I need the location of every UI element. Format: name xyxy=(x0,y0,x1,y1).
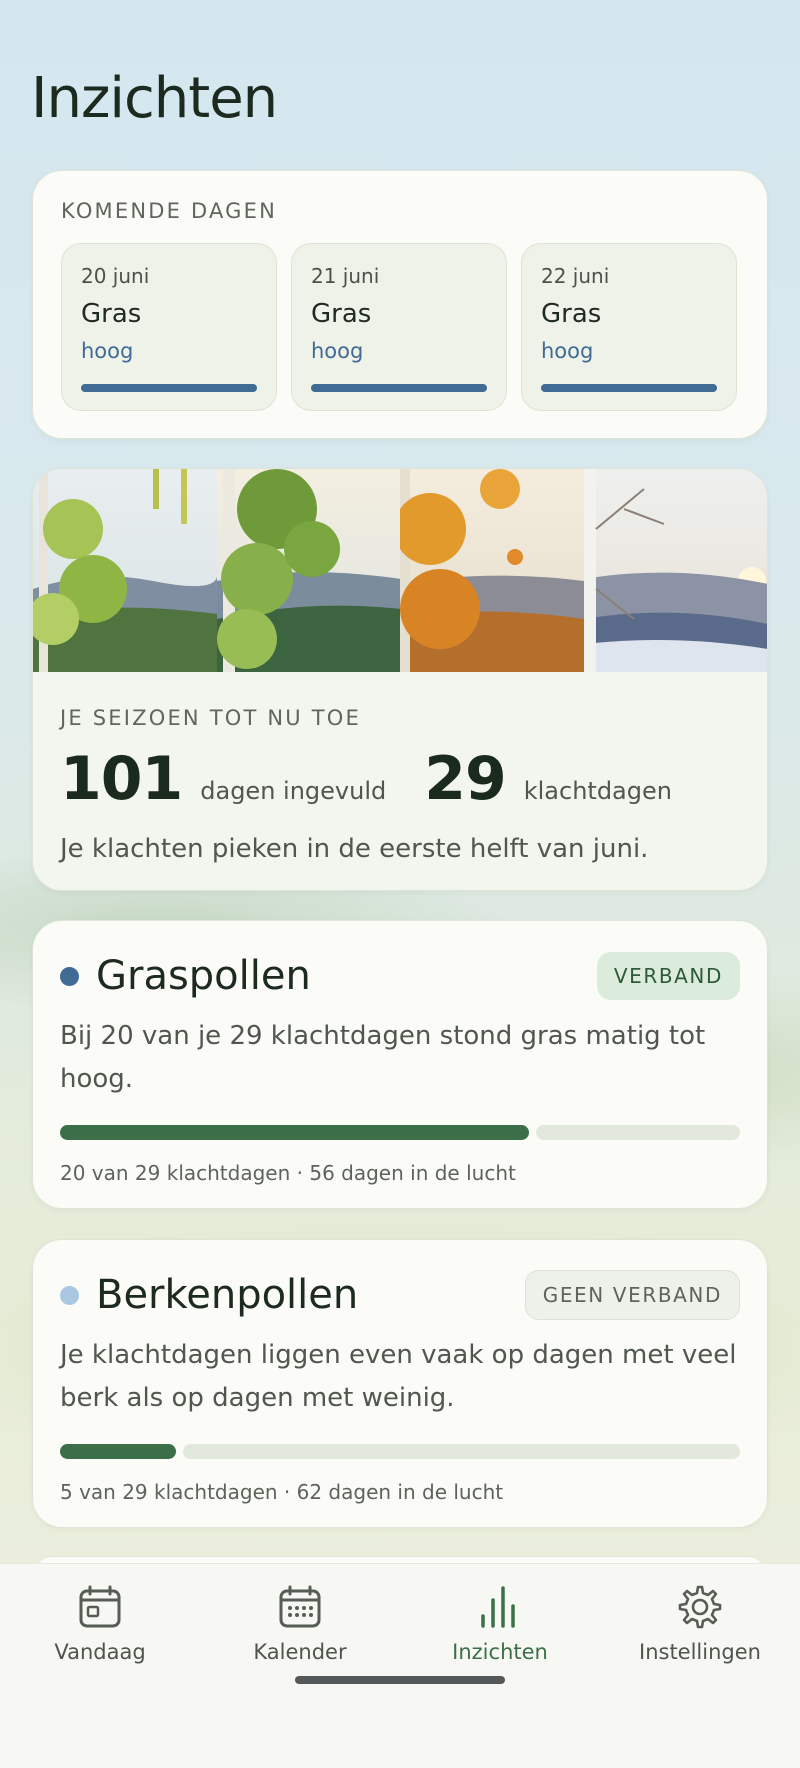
nav-item-inzichten[interactable]: Inzichten xyxy=(400,1584,600,1664)
bar-chart-icon xyxy=(481,1586,515,1628)
day-forecast[interactable]: 21 juni Gras hoog xyxy=(291,243,507,411)
days-filled-label: dagen ingevuld xyxy=(200,777,387,805)
complaint-days-value: 29 xyxy=(424,744,506,814)
upcoming-days-card: KOMENDE DAGEN 20 juni Gras hoog 21 juni … xyxy=(32,170,768,439)
pollen-name: Graspollen xyxy=(96,953,311,999)
winter-image xyxy=(583,469,767,672)
pollen-description: Bij 20 van je 29 klachtdagen stond gras … xyxy=(60,1021,706,1094)
day-level-bar xyxy=(541,384,717,392)
day-date: 20 juni xyxy=(81,264,150,288)
upcoming-heading: KOMENDE DAGEN xyxy=(61,199,278,223)
day-forecast-list: 20 juni Gras hoog 21 juni Gras hoog 22 j… xyxy=(61,243,739,411)
pollen-description: Je klachtdagen liggen even vaak op dagen… xyxy=(60,1340,737,1413)
gear-icon xyxy=(678,1585,722,1629)
spring-image xyxy=(33,469,217,672)
day-level: hoog xyxy=(311,339,364,363)
correlation-progress xyxy=(60,1125,740,1140)
nav-label: Vandaag xyxy=(54,1640,146,1664)
correlation-progress-fill xyxy=(60,1444,176,1459)
pollen-color-dot xyxy=(60,966,79,986)
pollen-card-berk[interactable]: Berkenpollen GEEN VERBAND Je klachtdagen… xyxy=(32,1239,768,1528)
page-title: Inzichten xyxy=(31,66,278,131)
day-forecast[interactable]: 22 juni Gras hoog xyxy=(521,243,737,411)
nav-item-vandaag[interactable]: Vandaag xyxy=(0,1584,200,1664)
correlation-progress-fill xyxy=(60,1125,530,1140)
nav-label: Instellingen xyxy=(639,1640,761,1664)
pollen-name: Berkenpollen xyxy=(96,1272,359,1318)
summer-image xyxy=(216,469,400,672)
autumn-image xyxy=(400,469,584,672)
day-date: 22 juni xyxy=(541,264,610,288)
home-indicator xyxy=(295,1676,505,1684)
pollen-color-dot xyxy=(60,1285,79,1305)
day-forecast[interactable]: 20 juni Gras hoog xyxy=(61,243,277,411)
season-summary-card: JE SEIZOEN TOT NU TOE 101 dagen ingevuld… xyxy=(32,468,768,891)
complaint-days-label: klachtdagen xyxy=(523,777,672,805)
day-plant: Gras xyxy=(541,299,602,329)
day-level-bar xyxy=(81,384,257,392)
day-level-bar xyxy=(311,384,487,392)
nav-item-kalender[interactable]: Kalender xyxy=(200,1584,400,1664)
nav-item-instellingen[interactable]: Instellingen xyxy=(600,1584,800,1664)
calendar-grid-icon xyxy=(279,1585,321,1628)
day-plant: Gras xyxy=(81,299,142,329)
day-date: 21 juni xyxy=(311,264,380,288)
day-level: hoog xyxy=(541,339,594,363)
correlation-badge: GEEN VERBAND xyxy=(524,1270,740,1320)
pollen-footer: 20 van 29 klachtdagen · 56 dagen in de l… xyxy=(60,1161,516,1185)
nav-label: Kalender xyxy=(253,1640,347,1664)
season-heading: JE SEIZOEN TOT NU TOE xyxy=(60,706,361,730)
days-filled-value: 101 xyxy=(60,744,183,814)
correlation-progress xyxy=(60,1444,740,1459)
day-plant: Gras xyxy=(311,299,372,329)
correlation-progress-track xyxy=(182,1444,740,1459)
season-stats: 101 dagen ingevuld 29 klachtdagen xyxy=(60,744,740,814)
bottom-navigation: Vandaag Kalender Inzichten Instellingen xyxy=(0,1563,800,1768)
calendar-day-icon xyxy=(79,1585,121,1628)
correlation-progress-track xyxy=(536,1125,740,1140)
pollen-card-gras[interactable]: Graspollen VERBAND Bij 20 van je 29 klac… xyxy=(32,920,768,1209)
season-image-strip xyxy=(33,469,767,672)
correlation-badge: VERBAND xyxy=(596,952,740,1000)
pollen-footer: 5 van 29 klachtdagen · 62 dagen in de lu… xyxy=(60,1480,504,1504)
day-level: hoog xyxy=(81,339,134,363)
nav-label: Inzichten xyxy=(452,1640,548,1664)
season-note: Je klachten pieken in de eerste helft va… xyxy=(60,834,649,864)
